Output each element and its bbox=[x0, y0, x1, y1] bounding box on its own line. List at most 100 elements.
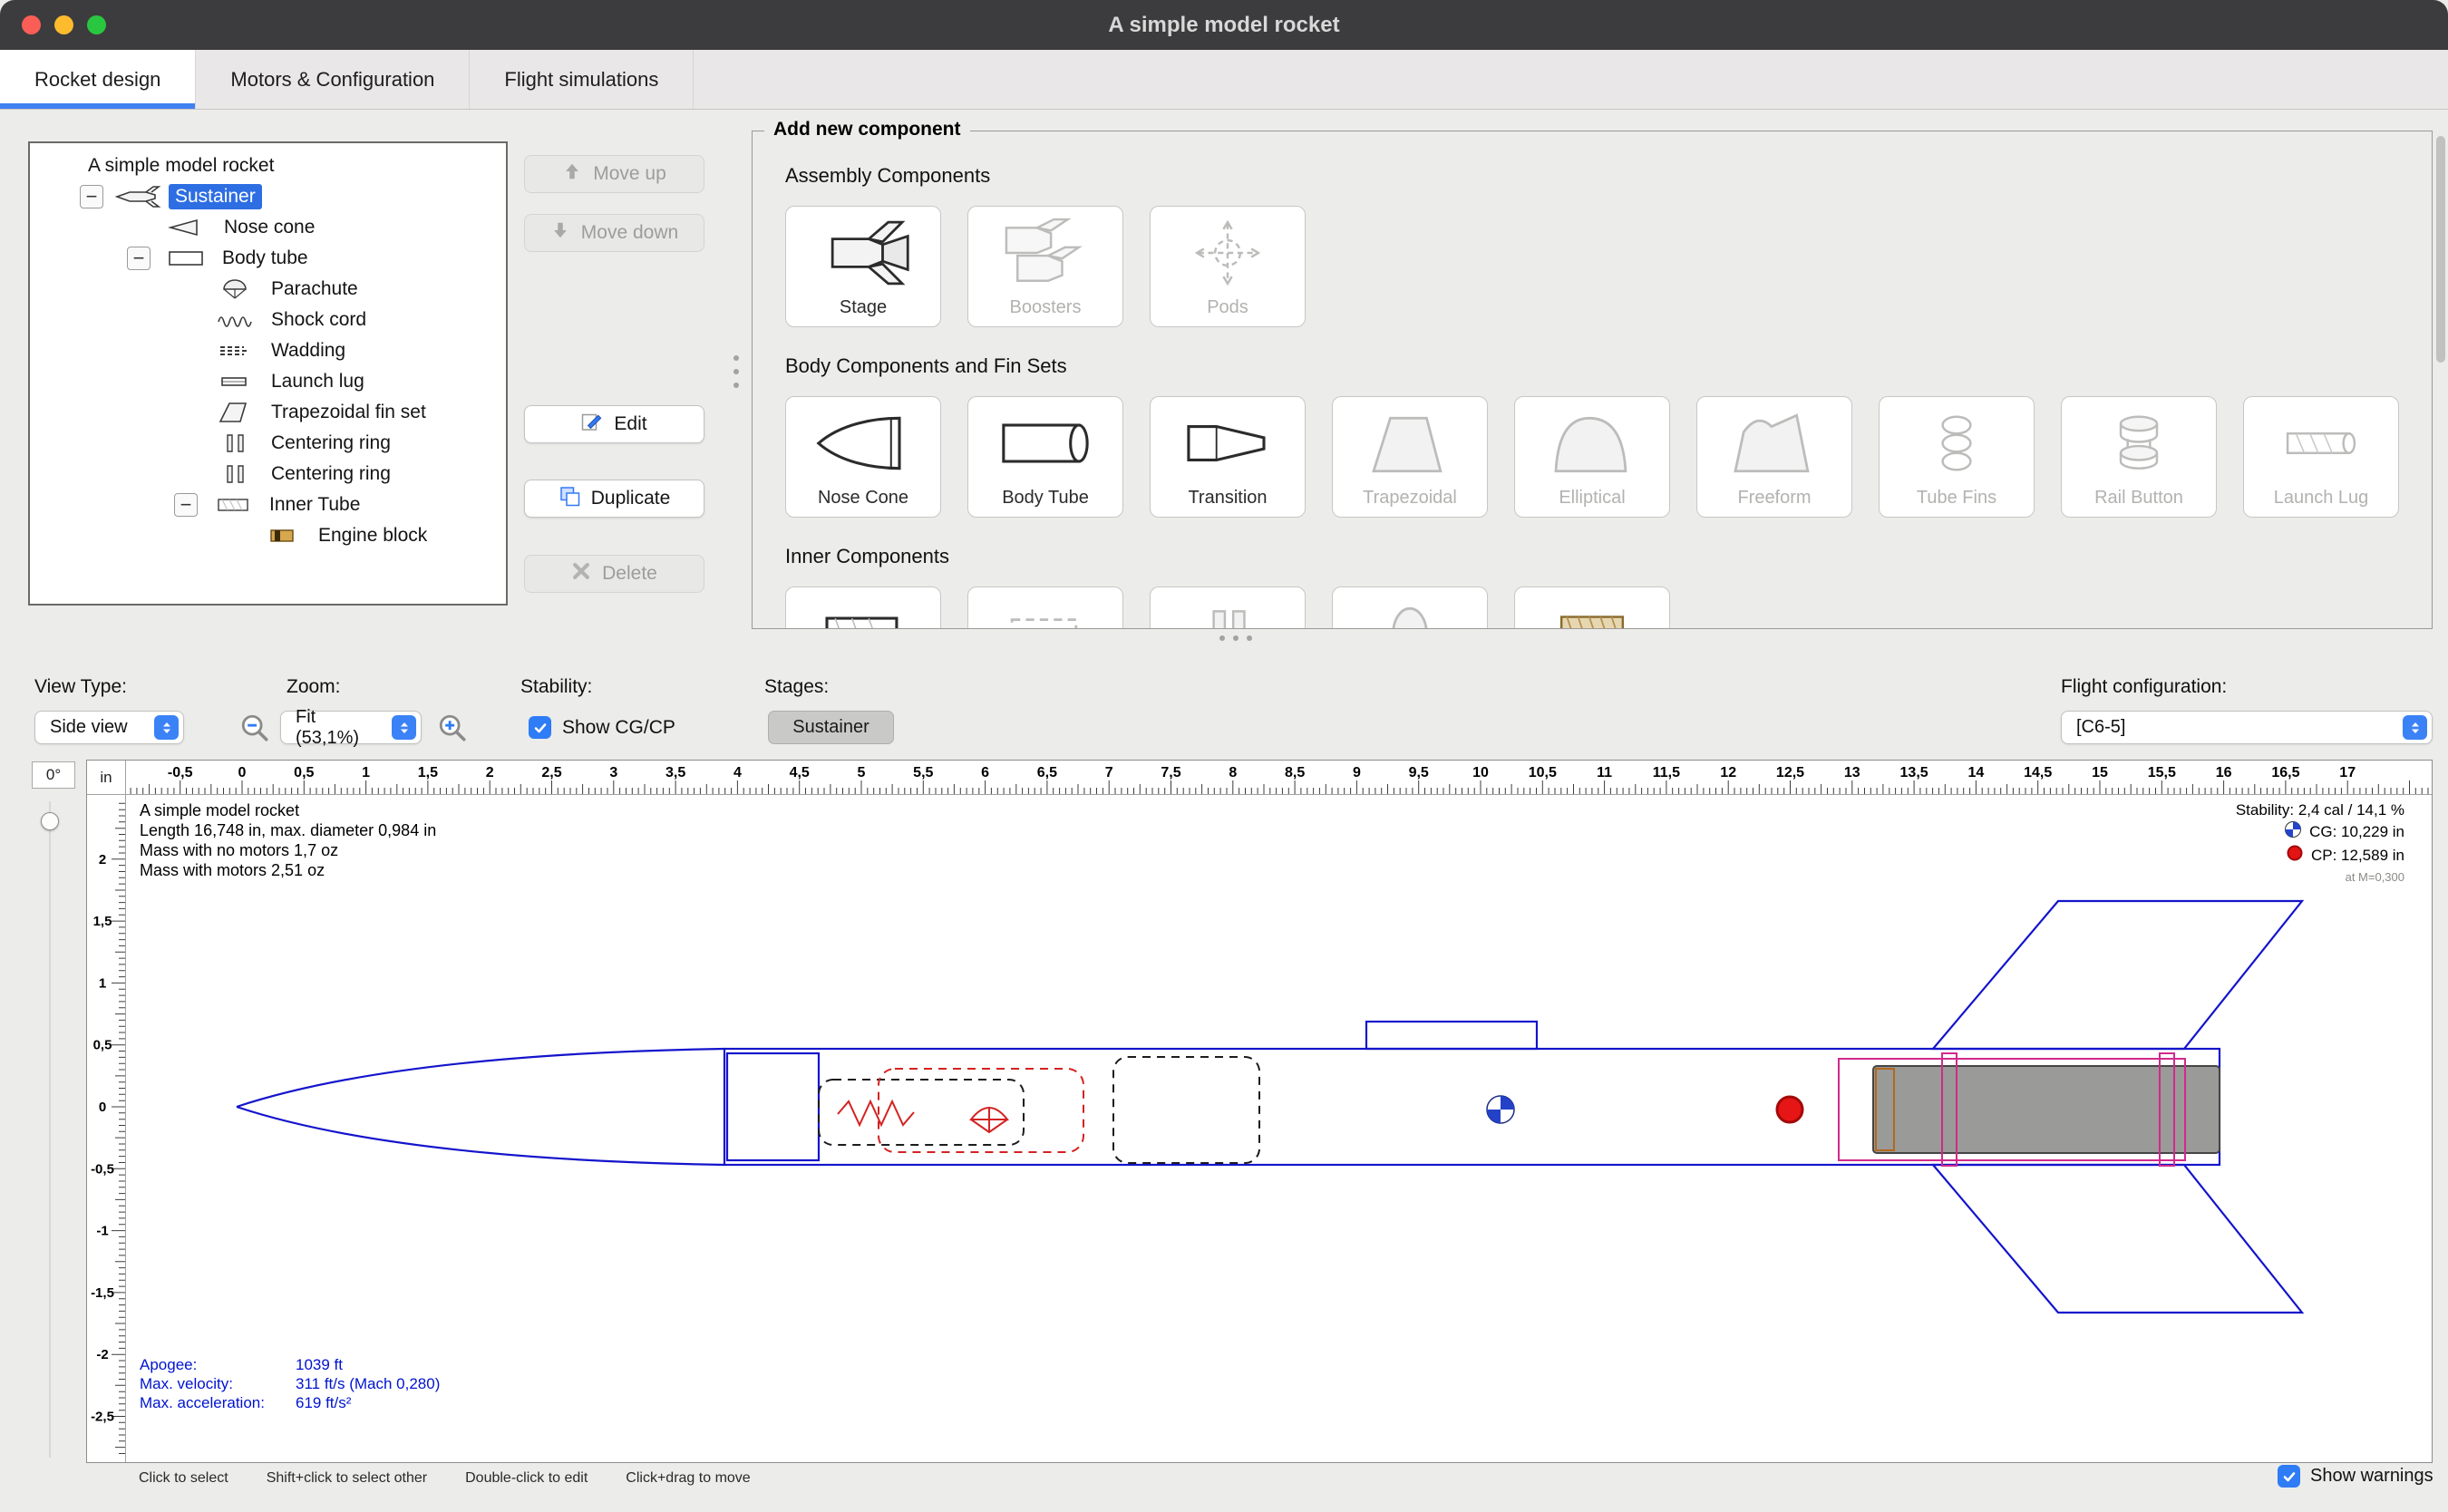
flight-configuration-select[interactable]: [C6-5] bbox=[2061, 711, 2433, 744]
add-freeform-button: Freeform bbox=[1696, 396, 1852, 518]
svg-text:12,5: 12,5 bbox=[1776, 765, 1804, 780]
tree-item-shock-cord[interactable]: Shock cord bbox=[30, 305, 506, 335]
vertical-splitter-handle[interactable] bbox=[733, 355, 739, 388]
tree-item-wadding[interactable]: Wadding bbox=[30, 335, 506, 366]
ruler-unit: in bbox=[87, 761, 126, 795]
rotation-slider-track bbox=[49, 801, 51, 1458]
launch_lug-icon bbox=[2244, 404, 2398, 482]
tree-item-a-simple-model-rocket[interactable]: A simple model rocket bbox=[30, 150, 506, 181]
tree-item-label: Wadding bbox=[265, 338, 352, 363]
chevron-up-down-icon bbox=[2403, 715, 2427, 740]
tree-item-inner-tube[interactable]: −Inner Tube bbox=[30, 489, 506, 520]
nose-icon bbox=[163, 214, 212, 241]
svg-text:8: 8 bbox=[1229, 765, 1237, 780]
title-bar: A simple model rocket bbox=[0, 0, 2448, 50]
add-trapezoidal-button: Trapezoidal bbox=[1332, 396, 1488, 518]
minimize-window-button[interactable] bbox=[54, 15, 73, 34]
add-inner-tube-button[interactable] bbox=[785, 586, 941, 629]
svg-text:10: 10 bbox=[1472, 765, 1489, 780]
svg-text:7: 7 bbox=[1105, 765, 1113, 780]
stage-icon bbox=[786, 214, 940, 292]
svg-text:4,5: 4,5 bbox=[790, 765, 810, 780]
add-body-tube-button[interactable]: Body Tube bbox=[967, 396, 1123, 518]
zoom-window-button[interactable] bbox=[87, 15, 106, 34]
add-elliptical-button: Elliptical bbox=[1514, 396, 1670, 518]
svg-text:1,5: 1,5 bbox=[418, 765, 438, 780]
move-up-button: Move up bbox=[524, 155, 704, 193]
hint-text: Click to select bbox=[139, 1470, 228, 1487]
close-window-button[interactable] bbox=[22, 15, 41, 34]
tree-item-centering-ring[interactable]: Centering ring bbox=[30, 459, 506, 489]
card-label: Elliptical bbox=[1515, 488, 1669, 509]
rocket-view-canvas[interactable]: -0,500,511,522,533,544,555,566,577,588,5… bbox=[86, 760, 2433, 1463]
shock-cord-zigzag bbox=[838, 1101, 914, 1125]
zoom-in-button[interactable] bbox=[437, 712, 468, 743]
add-engine-block-button[interactable] bbox=[1514, 586, 1670, 629]
svg-text:13: 13 bbox=[1844, 765, 1860, 780]
add-nose-cone-button[interactable]: Nose Cone bbox=[785, 396, 941, 518]
tree-item-label: Sustainer bbox=[169, 184, 262, 209]
tree-item-centering-ring[interactable]: Centering ring bbox=[30, 428, 506, 459]
move-down-button: Move down bbox=[524, 214, 704, 252]
pods-icon bbox=[1151, 214, 1305, 292]
edit-button[interactable]: Edit bbox=[524, 405, 704, 443]
svg-text:5,5: 5,5 bbox=[913, 765, 933, 780]
tree-item-nose-cone[interactable]: Nose cone bbox=[30, 212, 506, 243]
card-label: Trapezoidal bbox=[1333, 488, 1487, 509]
view-type-select[interactable]: Side view bbox=[34, 711, 184, 744]
duplicate-button[interactable]: Duplicate bbox=[524, 480, 704, 518]
trap_fin-icon bbox=[1333, 404, 1487, 482]
cg-marker bbox=[1487, 1096, 1514, 1123]
card-label: Freeform bbox=[1697, 488, 1851, 509]
delete-button: Delete bbox=[524, 555, 704, 593]
tree-item-body-tube[interactable]: −Body tube bbox=[30, 243, 506, 274]
rotation-slider-knob[interactable] bbox=[41, 812, 59, 830]
add-bulkhead-button bbox=[1332, 586, 1488, 629]
svg-text:15: 15 bbox=[2092, 765, 2108, 780]
add-transition-button[interactable]: Transition bbox=[1150, 396, 1306, 518]
card-label: Stage bbox=[786, 297, 940, 318]
rocket-info-line: Mass with motors 2,51 oz bbox=[140, 860, 436, 880]
tab-flight-simulations[interactable]: Flight simulations bbox=[470, 50, 694, 109]
engine_block-icon bbox=[1515, 595, 1669, 629]
tree-item-engine-block[interactable]: Engine block bbox=[30, 520, 506, 551]
tab-rocket-design[interactable]: Rocket design bbox=[0, 50, 196, 109]
zoom-out-button[interactable] bbox=[239, 712, 270, 743]
add-stage-button[interactable]: Stage bbox=[785, 206, 941, 327]
collapse-toggle-icon[interactable]: − bbox=[174, 493, 198, 517]
add-rail-button-button: Rail Button bbox=[2061, 396, 2217, 518]
tube-icon bbox=[161, 245, 210, 272]
zoom-select[interactable]: Fit (53,1%) bbox=[280, 711, 422, 744]
svg-text:-2: -2 bbox=[96, 1347, 108, 1362]
stage-toggle-sustainer[interactable]: Sustainer bbox=[768, 711, 894, 744]
svg-text:5: 5 bbox=[858, 765, 866, 780]
tree-item-parachute[interactable]: Parachute bbox=[30, 274, 506, 305]
tree-item-launch-lug[interactable]: Launch lug bbox=[30, 366, 506, 397]
magnifier-plus-icon bbox=[437, 712, 468, 743]
card-label: Nose Cone bbox=[786, 488, 940, 509]
shockcord-icon bbox=[210, 306, 259, 334]
svg-text:2,5: 2,5 bbox=[541, 765, 561, 780]
add-component-panel: Assembly ComponentsStageBoostersPodsBody… bbox=[752, 131, 2433, 629]
show-warnings-checkbox[interactable]: Show warnings bbox=[2278, 1465, 2433, 1488]
collapse-toggle-icon[interactable]: − bbox=[80, 185, 103, 208]
parachute-sketch bbox=[971, 1107, 1007, 1132]
tree-item-sustainer[interactable]: − Sustainer bbox=[30, 181, 506, 212]
tree-item-label: Shock cord bbox=[265, 307, 373, 333]
tree-item-trapezoidal-fin-set[interactable]: Trapezoidal fin set bbox=[30, 397, 506, 428]
rocket-info-line: Mass with no motors 1,7 oz bbox=[140, 840, 436, 860]
view-type-label: View Type: bbox=[34, 676, 127, 698]
svg-text:11: 11 bbox=[1597, 765, 1612, 780]
duplicate-icon bbox=[559, 485, 580, 512]
card-label: Launch Lug bbox=[2244, 488, 2398, 509]
add-coupler-button bbox=[967, 586, 1123, 629]
scrollbar-thumb[interactable] bbox=[2436, 136, 2445, 363]
tab-motors-configuration[interactable]: Motors & Configuration bbox=[196, 50, 470, 109]
svg-text:1,5: 1,5 bbox=[93, 914, 112, 929]
cg-value: CG: 10,229 in bbox=[2309, 822, 2404, 842]
add-boosters-button: Boosters bbox=[967, 206, 1123, 327]
horizontal-splitter-handle[interactable] bbox=[1219, 635, 1252, 641]
collapse-toggle-icon[interactable]: − bbox=[127, 247, 151, 270]
fin-icon bbox=[210, 399, 259, 426]
show-cgcp-checkbox[interactable]: Show CG/CP bbox=[529, 716, 675, 739]
